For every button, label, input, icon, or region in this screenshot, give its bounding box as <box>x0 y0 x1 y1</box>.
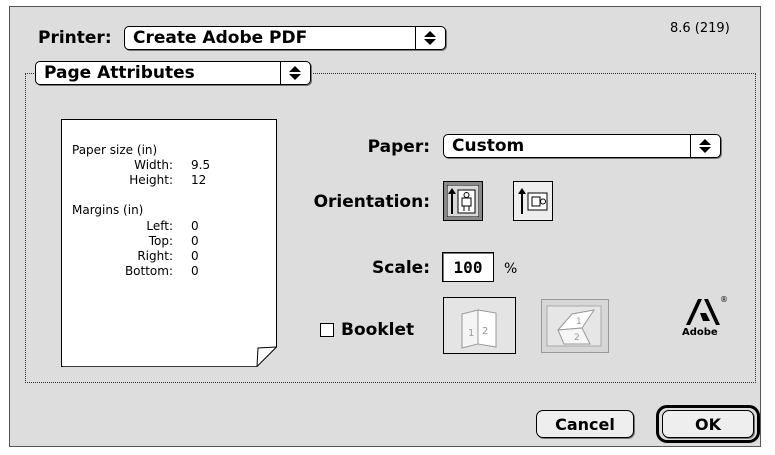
booklet-book-icon: 1 2 <box>461 309 497 349</box>
paper-popup-value: Custom <box>452 136 525 156</box>
ok-button[interactable]: OK <box>662 410 754 438</box>
bottom-margin-label: Bottom: <box>124 264 173 278</box>
paper-size-heading: Paper size (in) <box>72 143 158 157</box>
printer-popup[interactable]: Create Adobe PDF <box>124 26 446 50</box>
portrait-orientation-icon <box>446 184 480 218</box>
up-down-arrows-icon <box>699 139 711 153</box>
popup-divider <box>280 62 281 84</box>
page-setup-dialog: Printer: Create Adobe PDF 8.6 (219) Page… <box>9 6 761 447</box>
section-popup[interactable]: Page Attributes <box>35 61 311 85</box>
booklet-checkbox[interactable] <box>320 323 334 337</box>
right-margin-value: 0 <box>191 249 199 263</box>
booklet-label: Booklet <box>341 320 415 340</box>
section-popup-value: Page Attributes <box>44 63 195 83</box>
printer-popup-value: Create Adobe PDF <box>133 28 308 48</box>
svg-text:2: 2 <box>574 333 580 343</box>
svg-text:1: 1 <box>468 328 474 339</box>
adobe-logo-icon <box>686 299 720 325</box>
popup-divider <box>690 135 691 157</box>
svg-text:2: 2 <box>482 326 488 337</box>
bottom-margin-value: 0 <box>191 264 199 278</box>
scale-percent: % <box>504 261 518 277</box>
booklet-layout-button-1[interactable]: 1 2 <box>443 297 516 354</box>
up-down-arrows-icon <box>424 31 436 45</box>
left-margin-label: Left: <box>146 219 173 233</box>
cancel-button[interactable]: Cancel <box>536 410 634 438</box>
paper-label: Paper: <box>367 137 430 157</box>
portrait-orientation-button[interactable] <box>443 181 483 221</box>
landscape-orientation-icon <box>518 188 548 214</box>
height-value: 12 <box>191 173 207 187</box>
svg-text:1: 1 <box>576 317 582 327</box>
paper-popup[interactable]: Custom <box>443 134 721 158</box>
left-margin-value: 0 <box>191 219 199 233</box>
orientation-label: Orientation: <box>313 192 430 212</box>
adobe-wordmark: Adobe <box>682 327 718 338</box>
adobe-logo: ® Adobe <box>682 295 730 351</box>
paper-preview: Paper size (in) Width: 9.5 Height: 12 Ma… <box>61 119 277 367</box>
popup-divider <box>415 27 416 49</box>
landscape-orientation-button[interactable] <box>513 181 553 221</box>
height-label: Height: <box>129 173 173 187</box>
width-value: 9.5 <box>191 158 211 172</box>
printer-label: Printer: <box>38 28 112 48</box>
version-text: 8.6 (219) <box>670 21 730 36</box>
registered-mark: ® <box>720 295 728 304</box>
booklet-layout-button-2[interactable]: 1 2 <box>541 299 609 353</box>
top-margin-value: 0 <box>191 234 199 248</box>
right-margin-label: Right: <box>137 249 173 263</box>
scale-input[interactable]: 100 <box>442 252 494 282</box>
scale-label: Scale: <box>372 258 430 278</box>
width-label: Width: <box>134 158 173 172</box>
margins-heading: Margins (in) <box>72 203 144 217</box>
booklet-flip-icon: 1 2 <box>546 305 602 347</box>
top-margin-label: Top: <box>148 234 173 248</box>
up-down-arrows-icon <box>289 66 301 80</box>
ok-button-default-ring: OK <box>656 405 760 443</box>
